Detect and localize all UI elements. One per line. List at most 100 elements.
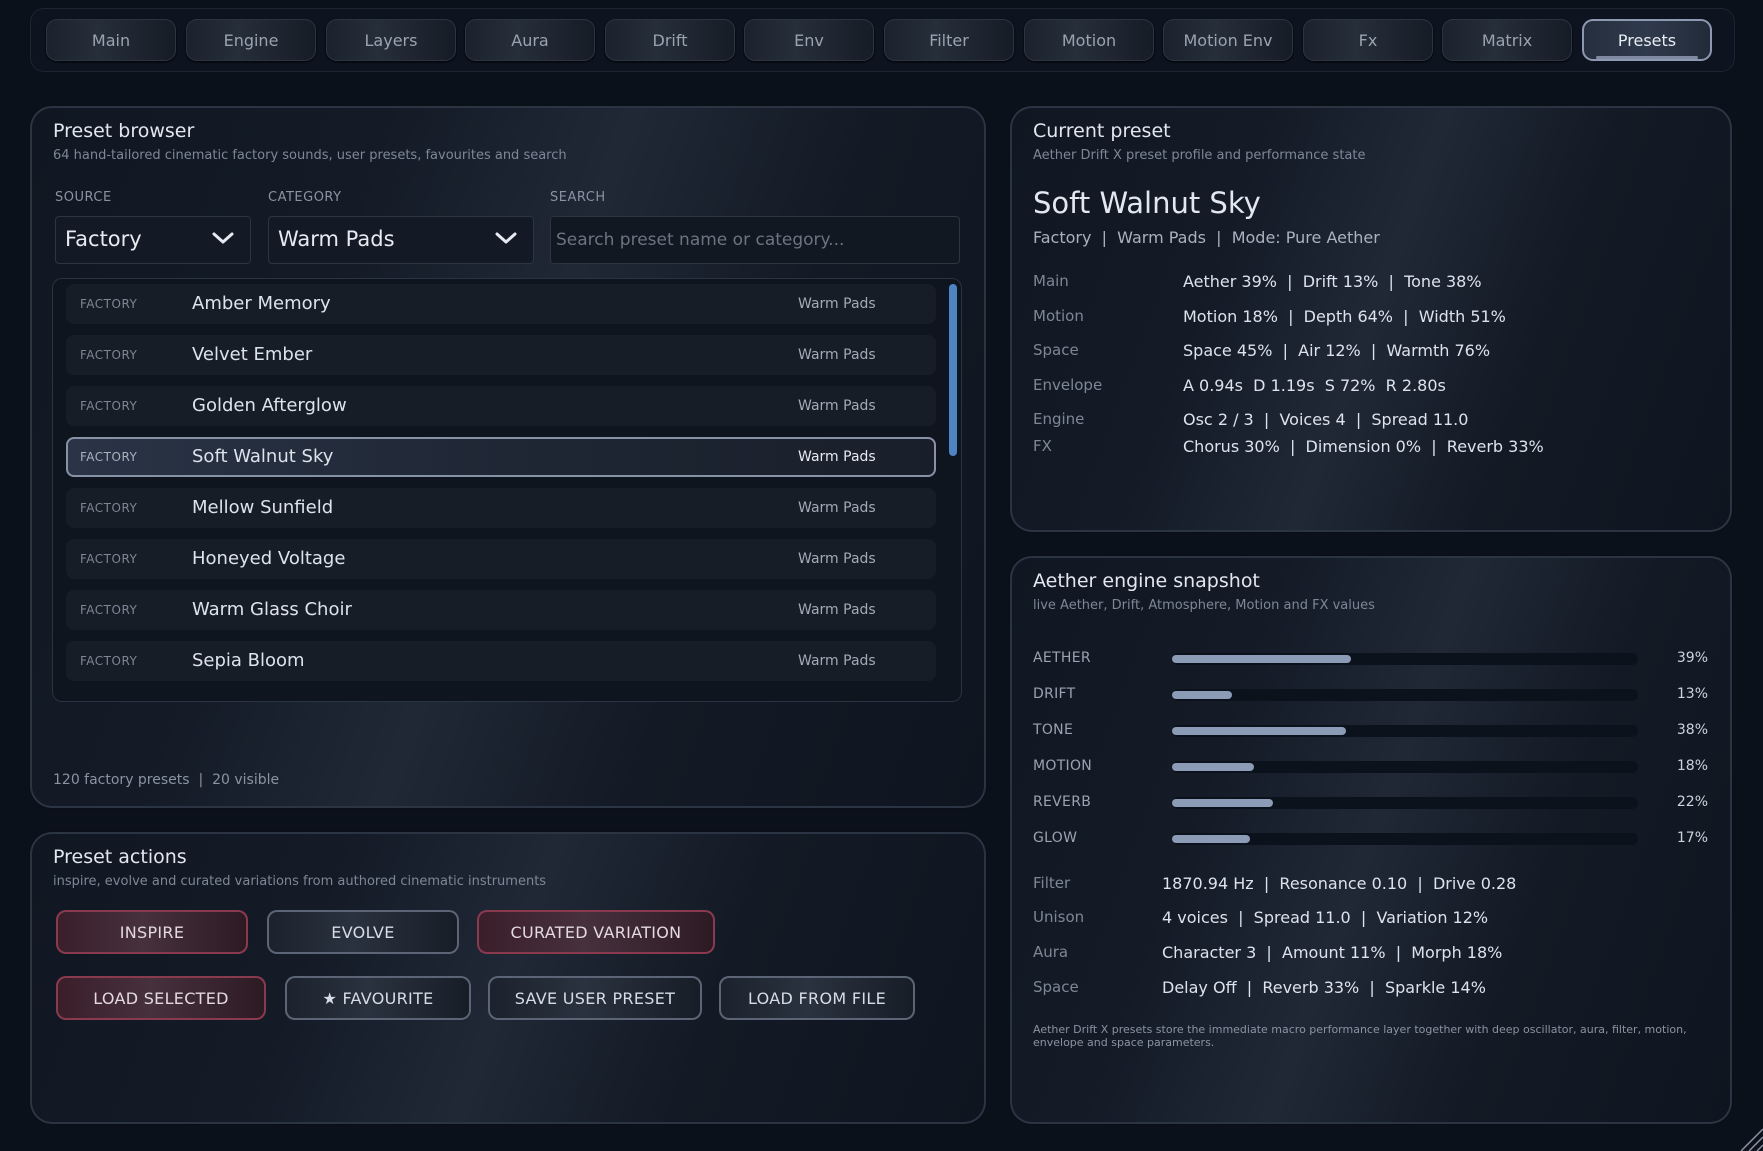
panel-subtitle: inspire, evolve and curated variations f… [53,874,547,889]
preset-row[interactable]: FACTORY Sepia Bloom Warm Pads [66,641,936,681]
current-preset-panel: Current preset Aether Drift X preset pro… [1010,106,1732,532]
param-value: Delay Off | Reverb 33% | Sparkle 14% [1162,978,1486,997]
preset-name: Sepia Bloom [192,650,305,671]
save-user-preset-button[interactable]: SAVE USER PRESET [488,976,702,1020]
preset-row[interactable]: FACTORY Velvet Ember Warm Pads [66,335,936,375]
bar-fill [1172,799,1273,807]
preset-row[interactable]: FACTORY Honeyed Voltage Warm Pads [66,539,936,579]
preset-category: Warm Pads [798,551,876,567]
preset-source: FACTORY [80,450,138,464]
bar-fill [1172,655,1351,663]
preset-row-selected[interactable]: FACTORY Soft Walnut Sky Warm Pads [66,437,936,477]
bar-percent: 22% [1676,794,1708,810]
tab-main[interactable]: Main [46,19,176,61]
bar-percent: 38% [1676,722,1708,738]
preset-name: Amber Memory [192,293,331,314]
preset-row[interactable]: FACTORY Warm Glass Choir Warm Pads [66,590,936,630]
preset-category: Warm Pads [798,500,876,516]
bar-track [1172,761,1638,773]
tab-fx[interactable]: Fx [1303,19,1433,61]
curated-variation-button[interactable]: CURATED VARIATION [477,910,715,954]
preset-name: Honeyed Voltage [192,548,346,569]
param-value: Character 3 | Amount 11% | Morph 18% [1162,943,1503,962]
preset-source: FACTORY [80,297,138,311]
param-value: Space 45% | Air 12% | Warmth 76% [1183,341,1491,360]
param-value: Osc 2 / 3 | Voices 4 | Spread 11.0 [1183,410,1469,429]
param-key: Space [1033,341,1079,359]
param-value: Motion 18% | Depth 64% | Width 51% [1183,307,1506,326]
evolve-button[interactable]: EVOLVE [267,910,459,954]
preset-source: FACTORY [80,399,138,413]
param-key: Main [1033,272,1069,290]
param-key: Motion [1033,307,1084,325]
bar-label: REVERB [1033,794,1092,810]
panel-subtitle: Aether Drift X preset profile and perfor… [1033,148,1366,163]
category-value: Warm Pads [278,227,395,251]
category-label: CATEGORY [268,190,342,205]
preset-row[interactable]: FACTORY Mellow Sunfield Warm Pads [66,488,936,528]
tab-motion-env[interactable]: Motion Env [1163,19,1293,61]
preset-category: Warm Pads [798,449,876,465]
preset-source: FACTORY [80,654,138,668]
preset-source: FACTORY [80,552,138,566]
tab-aura[interactable]: Aura [465,19,595,61]
preset-name: Golden Afterglow [192,395,347,416]
param-key: Envelope [1033,376,1103,394]
load-selected-button[interactable]: LOAD SELECTED [56,976,266,1020]
preset-list[interactable]: FACTORY Amber Memory Warm Pads FACTORY V… [52,278,962,702]
bar-track [1172,833,1638,845]
favourite-button[interactable]: ★ FAVOURITE [285,976,471,1020]
category-dropdown[interactable]: Warm Pads [268,216,534,264]
tab-drift[interactable]: Drift [605,19,735,61]
list-scrollbar[interactable] [949,284,957,456]
bar-percent: 39% [1676,650,1708,666]
param-value: 4 voices | Spread 11.0 | Variation 12% [1162,908,1489,927]
panel-subtitle: live Aether, Drift, Atmosphere, Motion a… [1033,598,1375,613]
search-label: SEARCH [550,190,606,205]
bar-percent: 13% [1676,686,1708,702]
current-preset-name: Soft Walnut Sky [1033,186,1261,220]
source-dropdown[interactable]: Factory [55,216,251,264]
snapshot-footnote: Aether Drift X presets store the immedia… [1033,1023,1687,1049]
source-label: SOURCE [55,190,112,205]
tab-engine[interactable]: Engine [186,19,316,61]
search-input[interactable] [550,216,960,264]
bar-percent: 17% [1676,830,1708,846]
preset-name: Velvet Ember [192,344,313,365]
preset-browser-panel: Preset browser 64 hand-tailored cinemati… [30,106,986,808]
inspire-button[interactable]: INSPIRE [56,910,248,954]
tab-presets[interactable]: Presets [1582,19,1712,61]
param-key: Engine [1033,410,1085,428]
resize-grip-icon[interactable] [1737,1125,1763,1151]
preset-category: Warm Pads [798,296,876,312]
tab-filter[interactable]: Filter [884,19,1014,61]
current-preset-meta: Factory | Warm Pads | Mode: Pure Aether [1033,228,1380,247]
tab-matrix[interactable]: Matrix [1442,19,1572,61]
load-from-file-button[interactable]: LOAD FROM FILE [719,976,915,1020]
tab-env[interactable]: Env [744,19,874,61]
param-key: Filter [1033,874,1071,892]
engine-snapshot-panel: Aether engine snapshot live Aether, Drif… [1010,556,1732,1124]
param-value: A 0.94s D 1.19s S 72% R 2.80s [1183,376,1446,395]
param-value: Aether 39% | Drift 13% | Tone 38% [1183,272,1482,291]
panel-title: Preset actions [53,846,187,868]
chevron-down-icon [212,232,234,244]
preset-actions-panel: Preset actions inspire, evolve and curat… [30,832,986,1124]
tab-motion[interactable]: Motion [1024,19,1154,61]
preset-category: Warm Pads [798,347,876,363]
tab-layers[interactable]: Layers [326,19,456,61]
preset-source: FACTORY [80,348,138,362]
chevron-down-icon [495,232,517,244]
bar-track [1172,653,1638,665]
param-value: 1870.94 Hz | Resonance 0.10 | Drive 0.28 [1162,874,1517,893]
bar-track [1172,725,1638,737]
bar-label: TONE [1033,722,1074,738]
preset-name: Warm Glass Choir [192,599,352,620]
preset-row[interactable]: FACTORY Amber Memory Warm Pads [66,284,936,324]
preset-name: Soft Walnut Sky [192,446,334,467]
preset-row[interactable]: FACTORY Golden Afterglow Warm Pads [66,386,936,426]
preset-category: Warm Pads [798,653,876,669]
param-key: Unison [1033,908,1085,926]
preset-category: Warm Pads [798,398,876,414]
bar-fill [1172,727,1346,735]
